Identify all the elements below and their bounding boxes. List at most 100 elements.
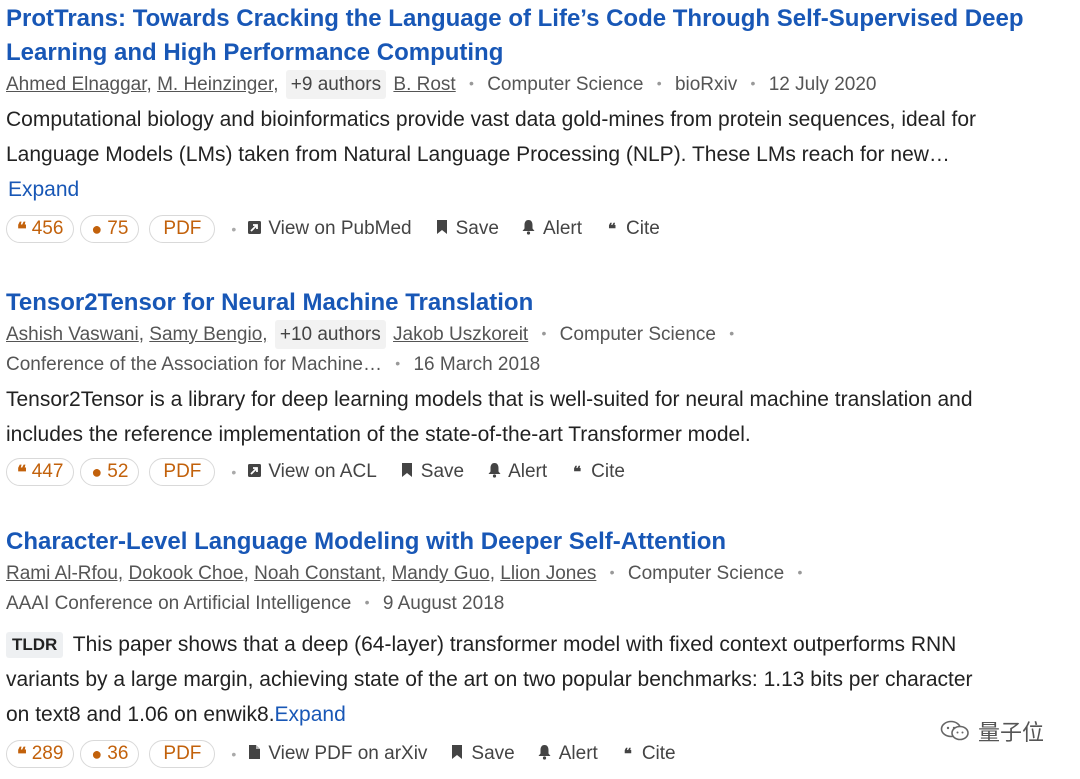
author-link[interactable]: M. Heinzinger, xyxy=(157,74,278,95)
separator-dot: • xyxy=(231,221,237,237)
influential-citations-badge[interactable]: ● 75 xyxy=(80,215,140,243)
paper-title-link[interactable]: Character-Level Language Modeling with D… xyxy=(6,525,1076,559)
venue: bioRxiv xyxy=(674,74,738,95)
author-link[interactable]: Llion Jones xyxy=(500,563,596,584)
citations-badge[interactable]: ❝ 447 xyxy=(6,458,75,486)
citations-count: 289 xyxy=(31,743,64,764)
separator-dot: • xyxy=(231,746,237,762)
bookmark-icon xyxy=(434,219,450,239)
view-pdf-button[interactable]: View PDF on arXiv xyxy=(246,743,427,765)
paper-title-line[interactable]: ProtTrans: Towards Cracking the Language… xyxy=(6,2,1076,36)
separator-dot: • xyxy=(469,75,474,91)
citations-badge[interactable]: ❝ 456 xyxy=(6,215,75,243)
tldr-badge: TLDR xyxy=(6,632,64,658)
separator-dot: • xyxy=(729,325,735,341)
cite-label: Cite xyxy=(641,743,676,764)
pdf-button[interactable]: PDF xyxy=(149,215,216,243)
author-link[interactable]: Jakob Uszkoreit xyxy=(393,324,528,345)
alert-label: Alert xyxy=(558,743,598,764)
paper-meta: Ahmed Elnaggar, M. Heinzinger, +9 author… xyxy=(6,69,1076,99)
quote-icon: ❝ xyxy=(573,464,582,481)
result-card: Tensor2Tensor for Neural Machine Transla… xyxy=(6,286,1076,488)
author-link[interactable]: Rami Al-Rfou, xyxy=(6,563,123,584)
expand-link[interactable]: Expand xyxy=(8,178,79,201)
cite-button[interactable]: ❝ Cite xyxy=(569,461,625,483)
save-label: Save xyxy=(455,218,499,239)
alert-label: Alert xyxy=(542,218,583,239)
bookmark-icon xyxy=(449,744,465,764)
external-link-icon xyxy=(246,220,262,239)
wechat-icon xyxy=(940,720,969,741)
view-external-button[interactable]: View on ACL xyxy=(246,461,377,483)
cite-label: Cite xyxy=(591,461,625,482)
more-authors-button[interactable]: +9 authors xyxy=(285,70,387,99)
author-link[interactable]: Ashish Vaswani xyxy=(6,324,139,345)
author-link[interactable]: B. Rost xyxy=(393,74,455,95)
separator-dot: • xyxy=(609,564,615,580)
abstract-line: on text8 and 1.06 on enwik8.Expand xyxy=(6,697,1076,732)
influential-citations-badge[interactable]: ● 52 xyxy=(80,458,140,486)
field-of-study: Computer Science xyxy=(559,324,716,345)
venue: AAAI Conference on Artificial Intelligen… xyxy=(6,593,352,614)
save-label: Save xyxy=(420,461,465,482)
view-external-label: View on ACL xyxy=(268,461,377,482)
influential-count: 52 xyxy=(107,461,129,482)
author-link[interactable]: Dokook Choe, xyxy=(128,563,248,584)
paper-meta-venue: AAAI Conference on Artificial Intelligen… xyxy=(6,588,1076,618)
search-results-page: ProtTrans: Towards Cracking the Language… xyxy=(0,0,1080,779)
tldr-text: on text8 and 1.06 on enwik8. xyxy=(6,703,275,726)
file-icon xyxy=(246,744,262,764)
bell-icon xyxy=(537,744,553,764)
bell-icon xyxy=(521,219,537,239)
citations-badge[interactable]: ❝ 289 xyxy=(6,740,75,768)
more-authors-button[interactable]: +10 authors xyxy=(274,320,386,349)
external-link-icon xyxy=(246,463,262,482)
author-link[interactable]: Mandy Guo, xyxy=(391,563,495,584)
separator-dot: • xyxy=(231,464,237,480)
quote-icon: ❝ xyxy=(17,218,27,239)
save-button[interactable]: Save xyxy=(449,743,515,765)
influential-count: 75 xyxy=(107,218,129,239)
citations-count: 447 xyxy=(31,461,64,482)
paper-title-line[interactable]: Learning and High Performance Computing xyxy=(6,36,1076,70)
paper-actions: ❝ 447 ● 52 PDF • View on ACL Save Alert … xyxy=(6,456,1076,488)
cite-label: Cite xyxy=(626,218,660,239)
paper-actions: ❝ 289 ● 36 PDF • View PDF on arXiv Save xyxy=(6,738,1076,770)
paper-meta: Ashish Vaswani, Samy Bengio, +10 authors… xyxy=(6,319,1076,349)
separator-dot: • xyxy=(395,355,401,371)
author-link[interactable]: Ahmed Elnaggar xyxy=(6,74,147,95)
paper-title-link[interactable]: Tensor2Tensor for Neural Machine Transla… xyxy=(6,286,1076,320)
publication-date: 16 March 2018 xyxy=(413,354,541,375)
publication-date: 12 July 2020 xyxy=(768,74,877,95)
tldr-summary: TLDR This paper shows that a deep (64-la… xyxy=(6,627,1076,732)
expand-link[interactable]: Expand xyxy=(275,703,346,726)
lightbulb-icon: ● xyxy=(91,218,103,239)
alert-button[interactable]: Alert xyxy=(537,743,598,765)
abstract: Computational biology and bioinformatics… xyxy=(6,102,1076,207)
author-link[interactable]: Samy Bengio, xyxy=(149,324,267,345)
quote-icon: ❝ xyxy=(623,746,632,763)
cite-button[interactable]: ❝ Cite xyxy=(620,743,676,765)
cite-button[interactable]: ❝ Cite xyxy=(604,218,660,240)
quote-icon: ❝ xyxy=(607,221,617,238)
save-button[interactable]: Save xyxy=(434,218,499,240)
alert-label: Alert xyxy=(508,461,548,482)
paper-title-link[interactable]: ProtTrans: Towards Cracking the Language… xyxy=(6,2,1076,70)
pdf-button[interactable]: PDF xyxy=(149,458,216,486)
lightbulb-icon: ● xyxy=(91,743,103,764)
separator-dot: • xyxy=(797,564,803,580)
view-external-button[interactable]: View on PubMed xyxy=(246,218,412,240)
result-card: ProtTrans: Towards Cracking the Language… xyxy=(6,2,1076,245)
alert-button[interactable]: Alert xyxy=(521,218,582,240)
separator-dot: • xyxy=(541,325,547,341)
alert-button[interactable]: Alert xyxy=(486,461,547,483)
influential-citations-badge[interactable]: ● 36 xyxy=(80,740,140,768)
author-link[interactable]: Noah Constant, xyxy=(254,563,386,584)
save-button[interactable]: Save xyxy=(399,461,464,483)
quote-icon: ❝ xyxy=(17,461,27,482)
pdf-button[interactable]: PDF xyxy=(149,740,216,768)
bookmark-icon xyxy=(399,462,415,482)
abstract-line: Language Models (LMs) taken from Natural… xyxy=(6,143,950,166)
abstract-line: Tensor2Tensor is a library for deep lear… xyxy=(6,388,973,411)
quote-icon: ❝ xyxy=(17,743,27,764)
